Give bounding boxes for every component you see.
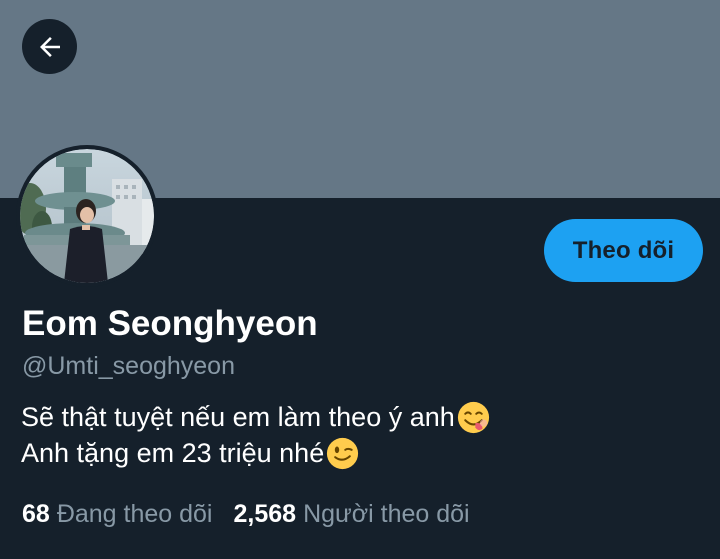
winking-face-emoji: [326, 437, 359, 470]
display-name: Eom Seonghyeon: [22, 304, 318, 343]
bio-text-2: Anh tặng em 23 triệu nhé: [21, 438, 325, 468]
bio-line-2: Anh tặng em 23 triệu nhé: [21, 435, 490, 471]
follow-button[interactable]: Theo dõi: [544, 219, 703, 282]
followers-count: 2,568: [233, 500, 297, 528]
followers-label: Người theo dõi: [303, 500, 470, 528]
profile-bio: Sẽ thật tuyệt nếu em làm theo ý anh Anh …: [21, 399, 490, 471]
avatar[interactable]: [16, 145, 158, 287]
arrow-left-icon: [39, 36, 60, 57]
bio-text-1: Sẽ thật tuyệt nếu em làm theo ý anh: [21, 402, 455, 432]
back-button[interactable]: [22, 19, 77, 74]
profile-stats: 68 Đang theo dõi 2,568 Người theo dõi: [22, 500, 470, 529]
avatar-photo: [20, 149, 154, 283]
user-handle: @Umti_seoghyeon: [22, 352, 235, 380]
bio-line-1: Sẽ thật tuyệt nếu em làm theo ý anh: [21, 399, 490, 435]
followers-stat[interactable]: 2,568 Người theo dõi: [234, 500, 470, 529]
following-stat[interactable]: 68 Đang theo dõi: [22, 500, 213, 529]
following-label: Đang theo dõi: [56, 500, 213, 528]
profile-page: Theo dõi Eom Seonghyeon @Umti_seoghyeon …: [0, 0, 720, 559]
face-savoring-food-emoji: [457, 401, 490, 434]
following-count: 68: [22, 500, 50, 528]
